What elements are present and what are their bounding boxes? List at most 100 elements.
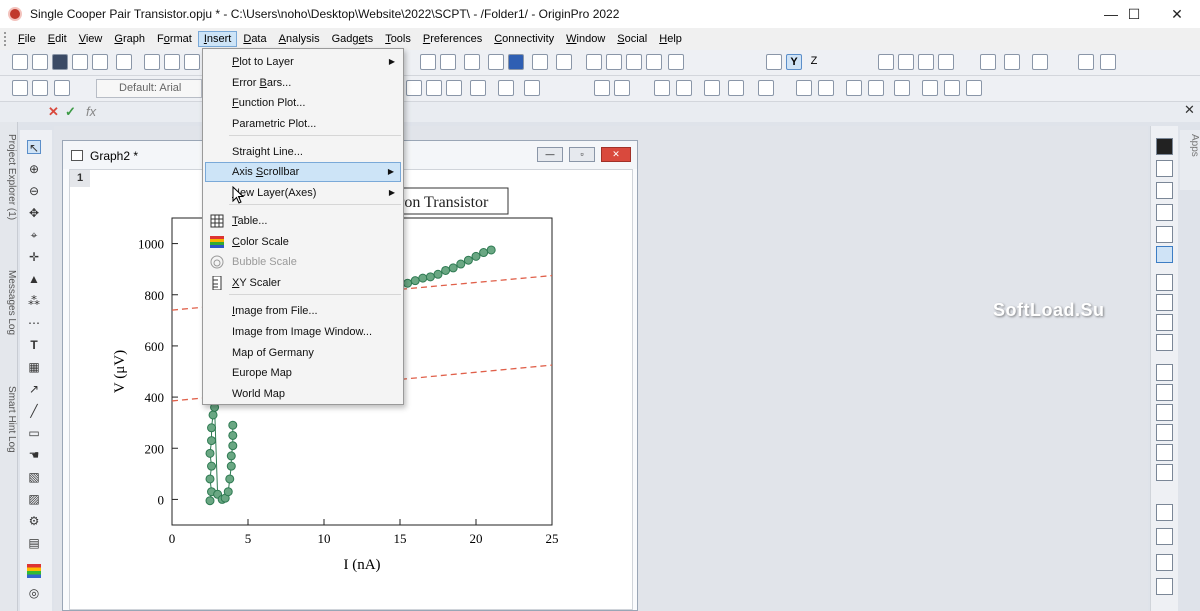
smart-hint-log-tab[interactable]: Smart Hint Log bbox=[1, 386, 17, 453]
settings-icon[interactable] bbox=[966, 80, 982, 96]
font-size-icon[interactable] bbox=[406, 80, 422, 96]
edit-icon[interactable] bbox=[488, 54, 504, 70]
menu-tools[interactable]: Tools bbox=[379, 31, 417, 47]
font-color-icon[interactable] bbox=[498, 80, 514, 96]
insert-menu-image-from-image-window[interactable]: Image from Image Window... bbox=[205, 322, 401, 342]
close-formula-icon[interactable]: ✕ bbox=[1184, 102, 1195, 118]
unmerge-icon[interactable] bbox=[676, 80, 692, 96]
insert-menu-bubble-scale[interactable]: Bubble Scale bbox=[205, 252, 401, 272]
insert-menu-axis-scrollbar[interactable]: Axis Scrollbar ▶ bbox=[205, 162, 401, 182]
gadget-icon[interactable] bbox=[668, 54, 684, 70]
menu-gadgets[interactable]: Gadgets bbox=[326, 31, 380, 47]
line-icon[interactable] bbox=[470, 80, 486, 96]
swap-icon[interactable] bbox=[980, 54, 996, 70]
merge-cells-icon[interactable] bbox=[654, 80, 670, 96]
color-scale-icon[interactable] bbox=[27, 564, 41, 578]
axis-corner-icon[interactable] bbox=[1156, 444, 1173, 461]
rectangle-tool-icon[interactable]: ▭ bbox=[27, 426, 41, 440]
layout-a-icon[interactable] bbox=[1156, 504, 1173, 521]
layout-icon[interactable] bbox=[508, 54, 524, 70]
graph-insert-icon[interactable]: ▧ bbox=[27, 470, 41, 484]
data-reader-icon[interactable]: ⌖ bbox=[27, 228, 41, 242]
text-tool-icon[interactable]: T bbox=[27, 338, 41, 352]
scroll-icon[interactable]: ✥ bbox=[27, 206, 41, 220]
menu-view[interactable]: View bbox=[73, 31, 109, 47]
layer-arrange-icon[interactable] bbox=[894, 80, 910, 96]
insert-menu-straight-line[interactable]: Straight Line... bbox=[205, 142, 401, 162]
line-tool-icon[interactable]: ╱ bbox=[27, 404, 41, 418]
messages-log-tab[interactable]: Messages Log bbox=[1, 270, 17, 335]
line-symbol-icon[interactable] bbox=[1156, 204, 1173, 221]
confirm-icon[interactable]: ✓ bbox=[65, 105, 79, 119]
line-plot-icon[interactable] bbox=[1156, 160, 1173, 177]
next-icon[interactable] bbox=[918, 54, 934, 70]
close-button[interactable]: ✕ bbox=[1154, 0, 1200, 28]
menu-insert[interactable]: Insert bbox=[197, 31, 238, 47]
insert-menu-parametric-plot[interactable]: Parametric Plot... bbox=[205, 114, 401, 134]
zoom-out-icon[interactable]: ⊖ bbox=[27, 184, 41, 198]
image-insert-icon[interactable]: ▨ bbox=[27, 492, 41, 506]
menu-social[interactable]: Social bbox=[611, 31, 653, 47]
layer-tool-icon[interactable]: ▤ bbox=[27, 536, 41, 550]
new-workbook-icon[interactable] bbox=[32, 54, 48, 70]
new-project-icon[interactable] bbox=[12, 54, 28, 70]
region-icon[interactable]: ⋯ bbox=[27, 316, 41, 330]
grid-icon[interactable] bbox=[614, 80, 630, 96]
merge-icon[interactable] bbox=[532, 54, 548, 70]
lock-icon[interactable] bbox=[758, 80, 774, 96]
ungroup-icon[interactable] bbox=[818, 80, 834, 96]
arrow-right-icon[interactable] bbox=[1032, 54, 1048, 70]
grid-layout-icon[interactable] bbox=[1156, 294, 1173, 311]
menu-graph[interactable]: Graph bbox=[108, 31, 151, 47]
menu-connectivity[interactable]: Connectivity bbox=[488, 31, 560, 47]
align-objects-icon[interactable] bbox=[704, 80, 720, 96]
draw-data-icon[interactable]: ⁂ bbox=[27, 294, 41, 308]
z-axis-button[interactable]: Z bbox=[806, 54, 822, 70]
layout-b-icon[interactable] bbox=[1156, 528, 1173, 545]
insert-menu-table[interactable]: Table... bbox=[205, 211, 401, 231]
data-selector-icon[interactable]: ✛ bbox=[27, 250, 41, 264]
arrow-right-3-icon[interactable] bbox=[1100, 54, 1116, 70]
pointer-icon[interactable]: ↖ bbox=[27, 140, 41, 155]
insert-menu-europe-map[interactable]: Europe Map bbox=[205, 363, 401, 383]
column-icon[interactable] bbox=[1156, 274, 1173, 291]
results-log-icon[interactable] bbox=[646, 54, 662, 70]
graph-minimize-button[interactable]: — bbox=[537, 147, 563, 162]
axis-t-icon[interactable] bbox=[1156, 384, 1173, 401]
new-notes-icon[interactable] bbox=[92, 54, 108, 70]
insert-menu-color-scale[interactable]: Color Scale bbox=[205, 232, 401, 252]
align-icon[interactable] bbox=[446, 80, 462, 96]
layout-c-icon[interactable] bbox=[1156, 554, 1173, 571]
menu-data[interactable]: Data bbox=[237, 31, 272, 47]
zoom-icon[interactable] bbox=[606, 54, 622, 70]
menu-preferences[interactable]: Preferences bbox=[417, 31, 488, 47]
insert-menu-map-of-germany[interactable]: Map of Germany bbox=[205, 343, 401, 363]
refresh-icon[interactable] bbox=[586, 54, 602, 70]
add-layer-icon[interactable] bbox=[922, 80, 938, 96]
fill-icon[interactable] bbox=[524, 80, 540, 96]
layer-management-icon[interactable] bbox=[440, 54, 456, 70]
bubble-scale-icon[interactable]: ◎ bbox=[27, 586, 41, 600]
copy-icon[interactable] bbox=[32, 80, 48, 96]
gear-icon[interactable]: ⚙ bbox=[27, 514, 41, 528]
add-table-icon[interactable]: ▦ bbox=[27, 360, 41, 374]
stack-plot-icon[interactable] bbox=[1156, 138, 1173, 155]
border-icon[interactable] bbox=[594, 80, 610, 96]
menu-format[interactable]: Format bbox=[151, 31, 198, 47]
maximize-button[interactable]: ☐ bbox=[1111, 0, 1157, 28]
x-axis-icon[interactable] bbox=[766, 54, 782, 70]
open-icon[interactable] bbox=[144, 54, 160, 70]
code-builder-icon[interactable] bbox=[626, 54, 642, 70]
axis-l-icon[interactable] bbox=[1156, 364, 1173, 381]
insert-menu-image-from-file[interactable]: Image from File... bbox=[205, 301, 401, 321]
menu-edit[interactable]: Edit bbox=[42, 31, 73, 47]
cancel-icon[interactable]: ✕ bbox=[48, 105, 62, 119]
paste-icon[interactable] bbox=[54, 80, 70, 96]
menu-analysis[interactable]: Analysis bbox=[273, 31, 326, 47]
decrease-font-icon[interactable] bbox=[426, 80, 442, 96]
new-function-icon[interactable] bbox=[116, 54, 132, 70]
panel-icon[interactable] bbox=[1156, 314, 1173, 331]
zoom-in-icon[interactable]: ⊕ bbox=[27, 162, 41, 176]
font-select[interactable]: Default: Arial bbox=[96, 79, 202, 98]
insert-menu-error-bars[interactable]: Error Bars... bbox=[205, 73, 401, 93]
